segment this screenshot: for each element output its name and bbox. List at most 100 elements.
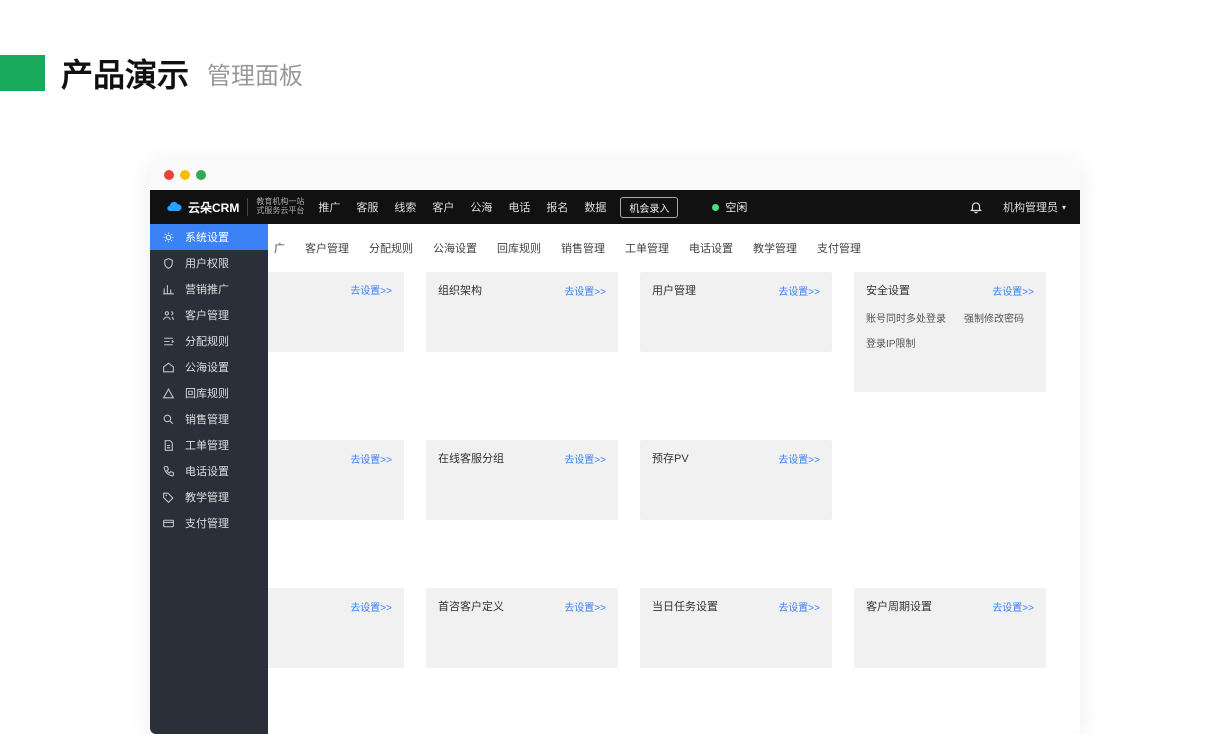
sidebar-item-9[interactable]: 电话设置 bbox=[150, 458, 268, 484]
sidebar-item-2[interactable]: 营销推广 bbox=[150, 276, 268, 302]
chart-icon bbox=[162, 283, 175, 296]
sidebar-item-8[interactable]: 工单管理 bbox=[150, 432, 268, 458]
user-menu[interactable]: 机构管理员 ▾ bbox=[1003, 199, 1066, 215]
sidebar-item-label: 分配规则 bbox=[185, 333, 229, 349]
card-setup-link[interactable]: 去设置>> bbox=[992, 599, 1034, 614]
sidebar-item-1[interactable]: 用户权限 bbox=[150, 250, 268, 276]
minimize-window-dot[interactable] bbox=[180, 170, 190, 180]
settings-card: 组织架构 去设置>> bbox=[426, 272, 618, 352]
settings-card: 当日任务设置 去设置>> bbox=[640, 588, 832, 668]
subtab-4[interactable]: 销售管理 bbox=[551, 234, 615, 262]
sidebar-item-label: 销售管理 bbox=[185, 411, 229, 427]
users-icon bbox=[162, 309, 175, 322]
topbar: 云朵CRM 教育机构一站 式服务云平台 推广 客服 线索 客户 公海 电话 报名… bbox=[150, 190, 1080, 224]
card-row-3: 则去设置>> 首咨客户定义去设置>> 当日任务设置 去设置>> 客户周期设置 去设置>> bbox=[268, 588, 1080, 668]
triangle-icon bbox=[162, 387, 175, 400]
settings-card: 去设置>> bbox=[268, 272, 404, 352]
card-setup-link[interactable]: 去设置>> bbox=[778, 599, 820, 614]
rule-icon bbox=[162, 335, 175, 348]
settings-card: 首咨客户定义去设置>> bbox=[426, 588, 618, 668]
card-setup-link[interactable]: 去设置>> bbox=[350, 282, 392, 297]
subtab-6[interactable]: 电话设置 bbox=[679, 234, 743, 262]
sidebar-item-11[interactable]: 支付管理 bbox=[150, 510, 268, 536]
card-title: 组织架构 bbox=[438, 282, 482, 298]
card-option: 登录IP限制 bbox=[866, 335, 915, 350]
nav-customer[interactable]: 客户 bbox=[432, 199, 454, 215]
nav-promo[interactable]: 推广 bbox=[318, 199, 340, 215]
status-indicator[interactable]: 空闲 bbox=[712, 199, 747, 215]
nav-data[interactable]: 数据 bbox=[584, 199, 606, 215]
status-text: 空闲 bbox=[725, 199, 747, 215]
sidebar-item-4[interactable]: 分配规则 bbox=[150, 328, 268, 354]
card-setup-link[interactable]: 去设置>> bbox=[564, 283, 606, 298]
sidebar-item-label: 系统设置 bbox=[185, 229, 229, 245]
phone-icon bbox=[162, 465, 175, 478]
sidebar-item-label: 用户权限 bbox=[185, 255, 229, 271]
page-header: 产品演示 管理面板 bbox=[0, 0, 1210, 96]
card-setup-link[interactable]: 去设置>> bbox=[778, 283, 820, 298]
card-setup-link[interactable]: 去设置>> bbox=[564, 599, 606, 614]
subtab-0[interactable]: 客户管理 bbox=[295, 234, 359, 262]
subtab-2[interactable]: 公海设置 bbox=[423, 234, 487, 262]
card-title: 预存PV bbox=[652, 450, 689, 466]
nav-phone[interactable]: 电话 bbox=[508, 199, 530, 215]
settings-card: 预存PV 去设置>> bbox=[640, 440, 832, 520]
sidebar-item-10[interactable]: 教学管理 bbox=[150, 484, 268, 510]
card-row-2: 置去设置>>在线客服分组去设置>>预存PV去设置>> bbox=[268, 440, 1080, 520]
card-title: 用户管理 bbox=[652, 282, 696, 298]
accent-block bbox=[0, 55, 45, 91]
sidebar-item-label: 教学管理 bbox=[185, 489, 229, 505]
logo[interactable]: 云朵CRM 教育机构一站 式服务云平台 bbox=[164, 198, 304, 216]
card-setup-link[interactable]: 去设置>> bbox=[350, 599, 392, 614]
nav-pool[interactable]: 公海 bbox=[470, 199, 492, 215]
window-chrome bbox=[150, 160, 1080, 190]
settings-card: 置去设置>> bbox=[268, 440, 404, 520]
subtab-3[interactable]: 回库规则 bbox=[487, 234, 551, 262]
sidebar-item-label: 营销推广 bbox=[185, 281, 229, 297]
sidebar-item-3[interactable]: 客户管理 bbox=[150, 302, 268, 328]
settings-card: 客户周期设置 去设置>> bbox=[854, 588, 1046, 668]
sidebar-item-0[interactable]: 系统设置 bbox=[150, 224, 268, 250]
sidebar-item-6[interactable]: 回库规则 bbox=[150, 380, 268, 406]
divider bbox=[247, 198, 248, 216]
subtab-fragment[interactable]: 广 bbox=[268, 234, 295, 262]
card-setup-link[interactable]: 去设置>> bbox=[350, 451, 392, 466]
sidebar-item-5[interactable]: 公海设置 bbox=[150, 354, 268, 380]
subtabs: 广客户管理分配规则公海设置回库规则销售管理工单管理电话设置教学管理支付管理 bbox=[268, 224, 1080, 272]
content: 广客户管理分配规则公海设置回库规则销售管理工单管理电话设置教学管理支付管理 去设… bbox=[268, 224, 1080, 734]
card-title: 安全设置 bbox=[866, 282, 910, 298]
card-title: 当日任务设置 bbox=[652, 598, 718, 614]
file-icon bbox=[162, 439, 175, 452]
tag-icon bbox=[162, 491, 175, 504]
record-opportunity-button[interactable]: 机会录入 bbox=[620, 197, 678, 218]
card-option: 强制修改密码 bbox=[964, 310, 1024, 325]
page-subtitle: 管理面板 bbox=[207, 56, 303, 91]
card-setup-link[interactable]: 去设置>> bbox=[992, 283, 1034, 298]
house-icon bbox=[162, 361, 175, 374]
sidebar-item-7[interactable]: 销售管理 bbox=[150, 406, 268, 432]
close-window-dot[interactable] bbox=[164, 170, 174, 180]
card-title: 客户周期设置 bbox=[866, 598, 932, 614]
settings-icon bbox=[162, 231, 175, 244]
settings-card: 安全设置去设置>>账号同时多处登录强制修改密码登录IP限制 bbox=[854, 272, 1046, 392]
card-setup-link[interactable]: 去设置>> bbox=[778, 451, 820, 466]
subtab-1[interactable]: 分配规则 bbox=[359, 234, 423, 262]
subtab-7[interactable]: 教学管理 bbox=[743, 234, 807, 262]
brand-name: 云朵CRM bbox=[188, 199, 239, 216]
sidebar-item-label: 客户管理 bbox=[185, 307, 229, 323]
page-title: 产品演示 bbox=[61, 50, 189, 96]
status-dot-icon bbox=[712, 204, 719, 211]
nav-signup[interactable]: 报名 bbox=[546, 199, 568, 215]
maximize-window-dot[interactable] bbox=[196, 170, 206, 180]
subtab-5[interactable]: 工单管理 bbox=[615, 234, 679, 262]
bell-icon[interactable] bbox=[969, 200, 983, 214]
sidebar-item-label: 工单管理 bbox=[185, 437, 229, 453]
brand-sub: 教育机构一站 式服务云平台 bbox=[256, 198, 304, 216]
subtab-8[interactable]: 支付管理 bbox=[807, 234, 871, 262]
card-icon bbox=[162, 517, 175, 530]
settings-card: 则去设置>> bbox=[268, 588, 404, 668]
chevron-down-icon: ▾ bbox=[1062, 203, 1066, 212]
card-setup-link[interactable]: 去设置>> bbox=[564, 451, 606, 466]
nav-service[interactable]: 客服 bbox=[356, 199, 378, 215]
nav-leads[interactable]: 线索 bbox=[394, 199, 416, 215]
